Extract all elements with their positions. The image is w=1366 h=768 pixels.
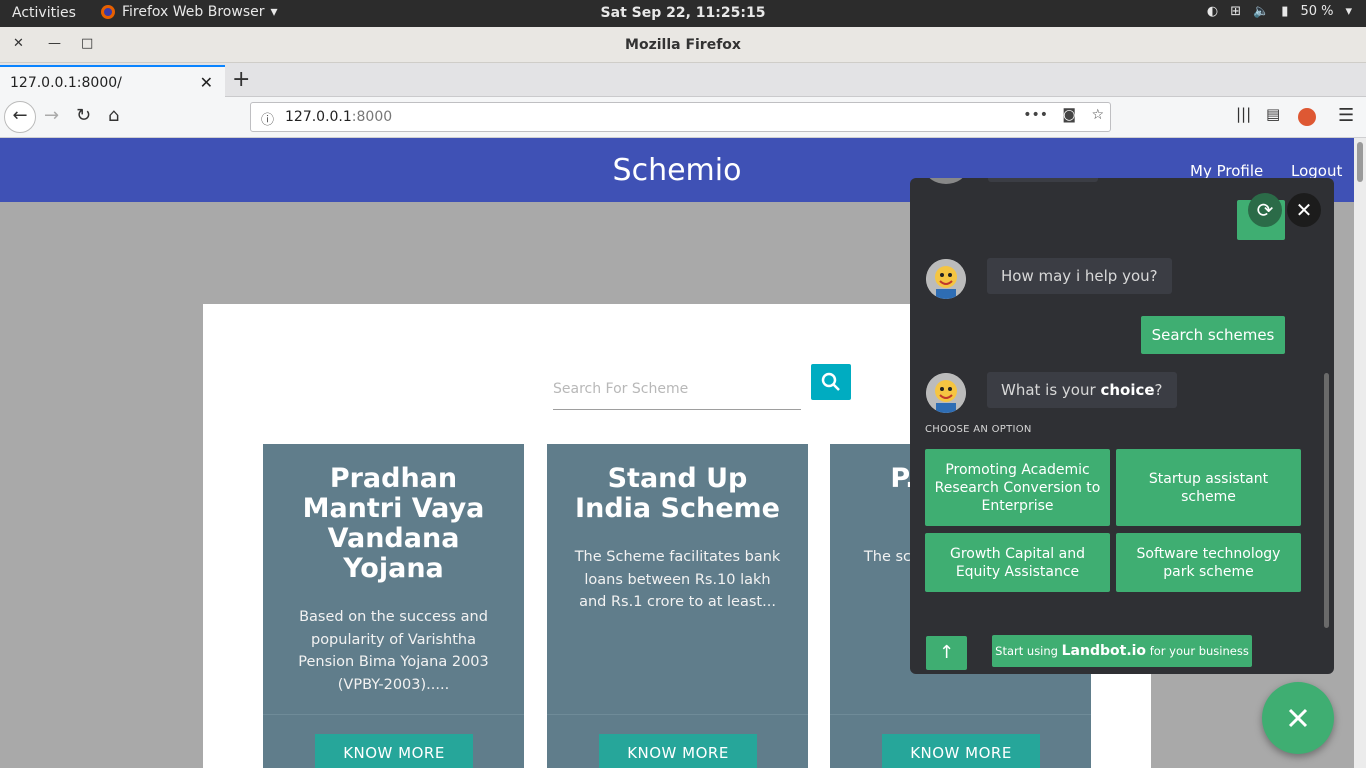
chatbot-widget: ⟳ ✕ How may i help you? Search schemes W… (910, 178, 1334, 674)
home-icon[interactable]: ⌂ (108, 105, 119, 126)
bot-avatar (926, 373, 966, 413)
scroll-up-button[interactable]: ↑ (926, 636, 967, 670)
close-icon (1288, 708, 1308, 728)
back-icon[interactable]: ← (4, 101, 36, 133)
chat-toggle-button[interactable] (1262, 682, 1334, 754)
scrollbar-thumb[interactable] (1357, 142, 1363, 182)
option-button[interactable]: Software technology park scheme (1116, 533, 1301, 592)
message-bold-text: choice (1100, 381, 1155, 399)
duckduckgo-icon[interactable] (1298, 108, 1316, 126)
bot-face-icon (926, 373, 966, 413)
clock[interactable]: Sat Sep 22, 11:25:15 (0, 5, 1366, 21)
url-text: 127.0.0.1:8000 (285, 109, 392, 125)
close-tab-icon[interactable]: ✕ (200, 73, 213, 92)
reload-icon[interactable]: ↻ (76, 105, 91, 126)
page-scrollbar[interactable] (1354, 138, 1366, 768)
window-title: Mozilla Firefox (625, 37, 741, 53)
card-divider (263, 714, 524, 715)
search-button[interactable] (811, 364, 851, 400)
know-more-button[interactable]: KNOW MORE (882, 734, 1040, 768)
scheme-card: Pradhan Mantri Vaya Vandana Yojana Based… (263, 444, 524, 768)
battery-icon: ▮ (1281, 4, 1289, 19)
restart-chat-button[interactable]: ⟳ (1248, 193, 1282, 227)
chevron-down-icon: ▾ (1345, 4, 1352, 19)
close-icon: ✕ (1295, 198, 1313, 222)
menu-icon[interactable]: ☰ (1338, 105, 1354, 126)
site-info-icon[interactable]: ⓘ (261, 109, 274, 128)
message-text-end: ? (1154, 381, 1163, 399)
url-host: 127.0.0.1 (285, 109, 352, 125)
new-tab-icon[interactable]: + (232, 67, 250, 92)
refresh-icon: ⟳ (1256, 198, 1274, 222)
forward-icon[interactable]: → (44, 105, 59, 126)
landbot-brand: Landbot.io (1061, 643, 1147, 659)
scheme-card: Stand Up India Scheme The Scheme facilit… (547, 444, 808, 768)
browser-tab[interactable]: 127.0.0.1:8000/ ✕ (0, 65, 225, 97)
library-icon[interactable]: ||| (1236, 105, 1251, 123)
arrow-up-icon: ↑ (938, 642, 955, 663)
bot-message: How may i help you? (987, 258, 1172, 294)
pocket-icon[interactable]: ◙ (1062, 107, 1076, 123)
scheme-title: Pradhan Mantri Vaya Vandana Yojana (302, 463, 485, 584)
promo-text: Start using (995, 644, 1058, 658)
landbot-promo-link[interactable]: Start using Landbot.io for your business (992, 635, 1252, 667)
url-bar[interactable]: ⓘ 127.0.0.1:8000 ••• ◙ ☆ (250, 102, 1111, 132)
window-title-bar: ✕ — □ Mozilla Firefox (0, 27, 1366, 63)
url-port: :8000 (351, 109, 393, 125)
user-message: Search schemes (1141, 316, 1285, 354)
chat-bubble-partial (988, 178, 1098, 182)
know-more-button[interactable]: KNOW MORE (315, 734, 473, 768)
navigation-toolbar: ← → ↻ ⌂ ⓘ 127.0.0.1:8000 ••• ◙ ☆ ||| ▤ ☰ (0, 97, 1366, 138)
battery-level: 50 % (1300, 4, 1334, 19)
chat-scrollbar[interactable] (1324, 373, 1329, 628)
search-icon (821, 372, 840, 391)
know-more-button[interactable]: KNOW MORE (599, 734, 757, 768)
close-chat-button[interactable]: ✕ (1287, 193, 1321, 227)
bot-avatar (926, 178, 966, 184)
bot-face-icon (926, 259, 966, 299)
card-divider (547, 714, 808, 715)
page-actions-icon[interactable]: ••• (1023, 107, 1048, 123)
promo-text-end: for your business (1149, 644, 1249, 658)
sync-status-icon: ◐ (1206, 4, 1219, 19)
sidebar-icon[interactable]: ▤ (1266, 105, 1280, 123)
bot-message: What is your choice? (987, 372, 1177, 408)
search-input[interactable]: Search For Scheme (553, 376, 801, 410)
scheme-description: Based on the success and popularity of V… (298, 609, 489, 693)
network-icon: ⊞ (1230, 4, 1242, 19)
choose-option-label: CHOOSE AN OPTION (925, 424, 1032, 435)
option-button[interactable]: Growth Capital and Equity Assistance (925, 533, 1110, 592)
scheme-title: Stand Up India Scheme (575, 463, 780, 524)
bookmark-star-icon[interactable]: ☆ (1091, 107, 1104, 123)
message-text: What is your (1001, 381, 1101, 399)
system-top-bar: Activities Firefox Web Browser ▾ Sat Sep… (0, 0, 1366, 27)
tab-title: 127.0.0.1:8000/ (10, 75, 122, 91)
volume-icon: 🔈 (1253, 4, 1270, 19)
tab-bar: 127.0.0.1:8000/ ✕ + (0, 63, 1366, 97)
system-tray[interactable]: ◐ ⊞ 🔈 ▮ 50 % ▾ (1207, 4, 1352, 19)
scheme-description: The Scheme facilitates bank loans betwee… (574, 549, 781, 610)
option-button[interactable]: Promoting Academic Research Conversion t… (925, 449, 1110, 526)
option-button[interactable]: Startup assistant scheme (1116, 449, 1301, 526)
bot-avatar (926, 259, 966, 299)
card-divider (830, 714, 1091, 715)
